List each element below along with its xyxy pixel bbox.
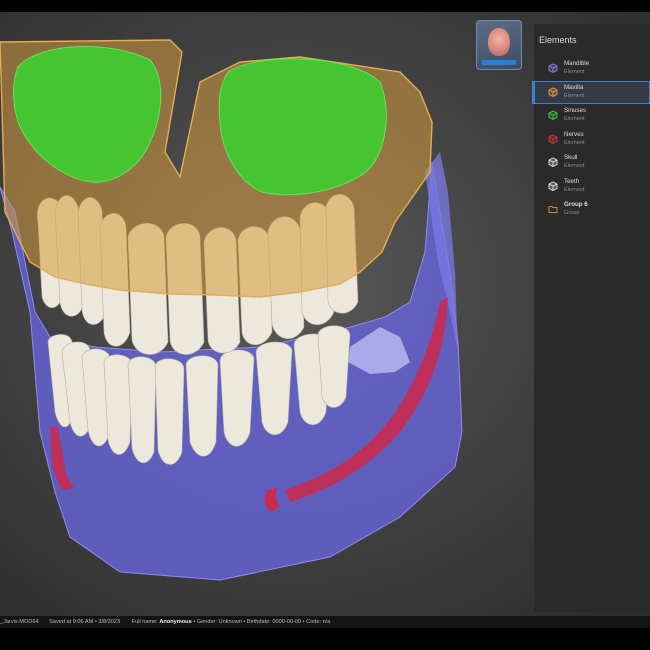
element-item-name: Maxilla [564,83,584,91]
sinus-right-shape[interactable] [218,58,387,196]
cube-icon [548,86,558,97]
element-item-name: Teeth [564,177,580,185]
element-item-mandible[interactable]: Mandible Element [534,57,650,81]
cube-icon [548,63,558,73]
cube-icon [548,180,558,191]
element-item-type: Element [564,92,585,99]
status-saved: Saved at 9:06 AM • 3/8/2023 [49,619,121,625]
element-item-sinuses[interactable]: Sinuses Element [534,104,650,128]
element-item-nerves[interactable]: Nerves Element [534,128,650,152]
head-icon [488,28,510,56]
element-item-type: Element [564,186,585,193]
element-item-name: Group 6 [564,201,588,208]
element-item-type: Element [564,139,585,146]
cube-icon [548,110,558,120]
bottom-bar [0,628,650,650]
folder-icon [548,206,558,213]
top-bar [0,0,650,12]
element-item-type: Group [564,210,580,216]
status-fullname-label: Full name: [131,619,158,625]
element-item-name: Sinuses [564,107,587,114]
element-item-name: Nerves [564,130,584,138]
status-fullname-value: Anonymous [159,619,192,625]
view-cube[interactable] [476,20,522,70]
view-cube-base [482,60,516,65]
element-item-teeth[interactable]: Teeth Element [534,175,650,199]
element-item-group-6[interactable]: Group 6 Group [534,198,650,222]
status-filename: _Jarvis.MOD64 [0,619,39,625]
element-item-type: Element [564,116,585,122]
element-item-maxilla[interactable]: Maxilla Element [532,80,650,104]
status-details: • Gender: Unknown • Birthdate: 0000-00-0… [193,619,331,625]
element-item-name: Skull [564,154,578,161]
element-item-skull[interactable]: Skull Element [534,151,650,175]
element-item-type: Element [564,69,585,75]
status-bar: _Jarvis.MOD64 Saved at 9:06 AM • 3/8/202… [0,616,650,628]
panel-title: Elements [539,35,577,45]
element-item-name: Mandible [564,60,590,67]
element-item-type: Element [564,163,585,169]
cube-icon [548,157,558,167]
elements-panel: Elements Mandible Element Maxilla Element Si… [532,24,650,612]
cube-icon [548,133,558,144]
